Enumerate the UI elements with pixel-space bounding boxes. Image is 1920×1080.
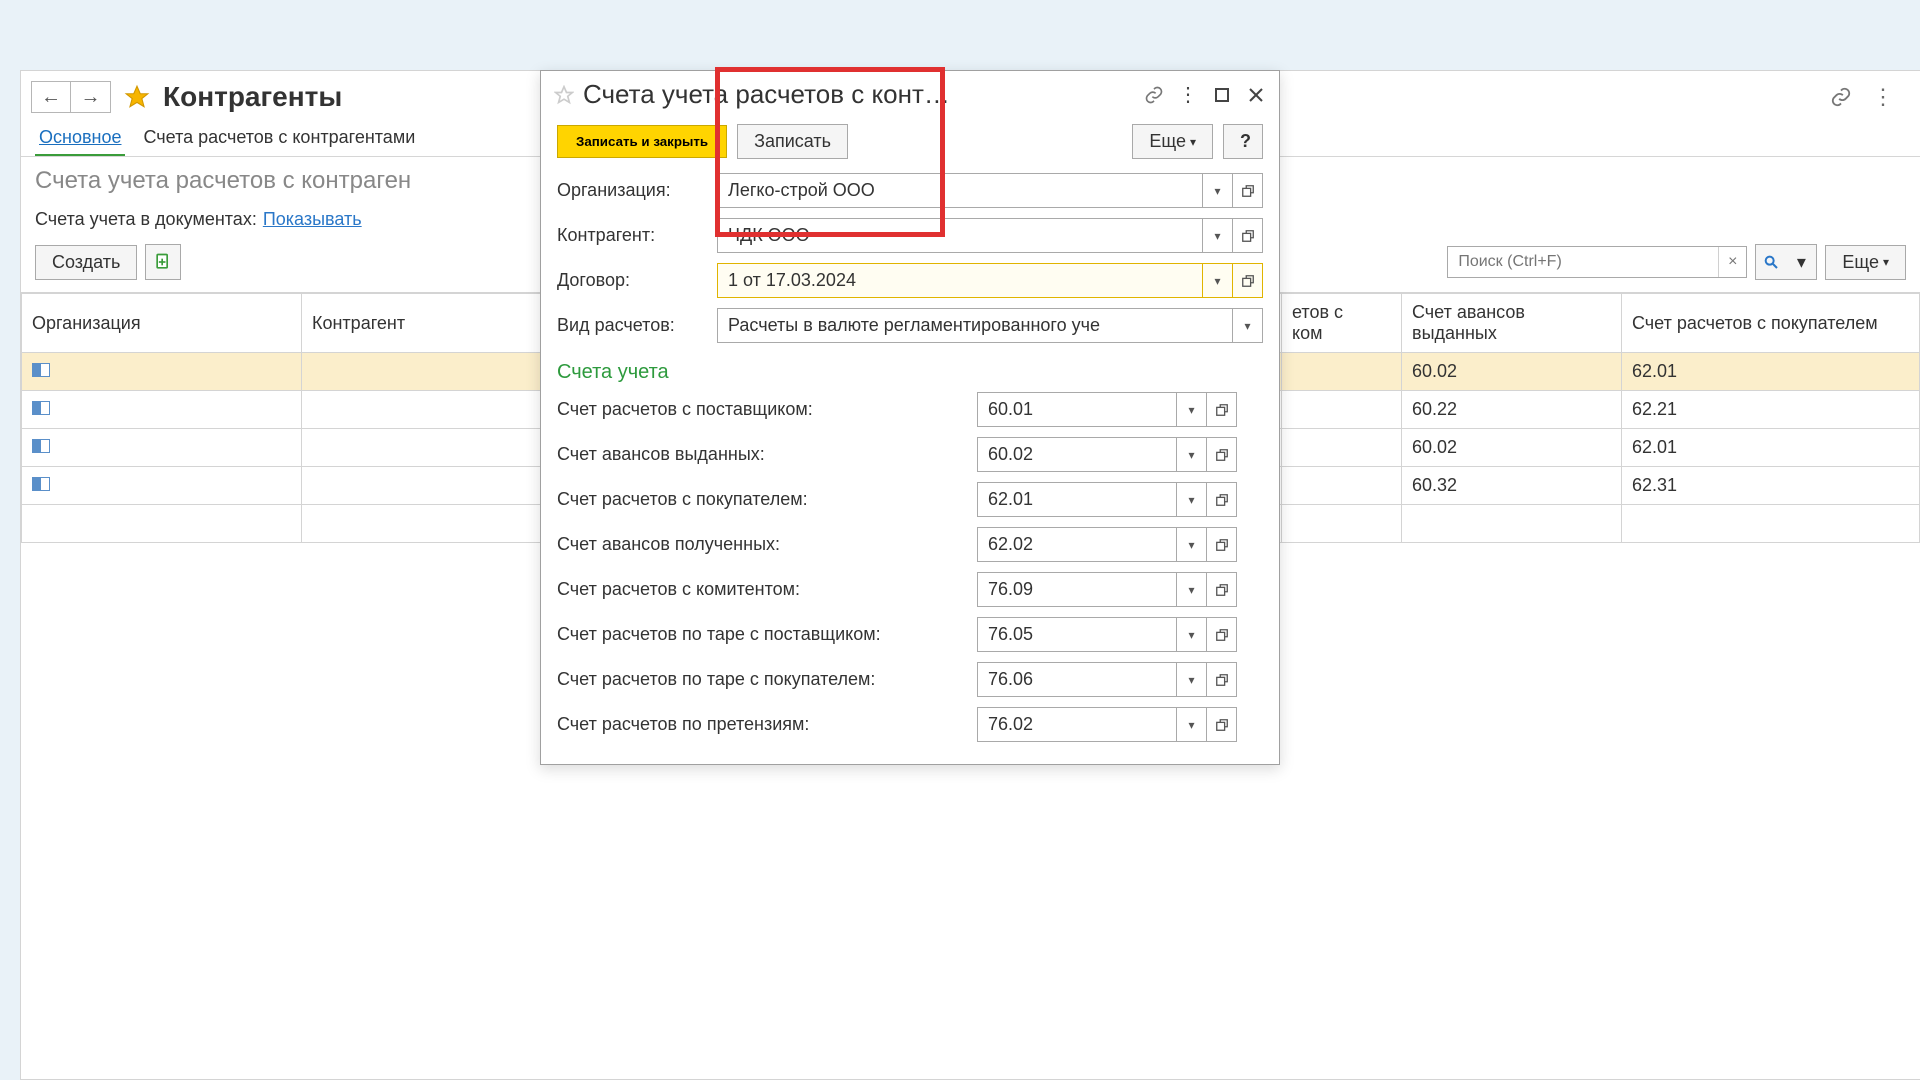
- chevron-down-icon[interactable]: ▾: [1203, 173, 1233, 208]
- kebab-icon[interactable]: ⋮: [1870, 84, 1896, 110]
- col-advances[interactable]: Счет авансов выданных: [1402, 294, 1622, 353]
- dialog-window: Счета учета расчетов с конт… ⋮ Записать …: [540, 70, 1280, 765]
- copy-button[interactable]: [145, 244, 181, 280]
- col-buyer[interactable]: Счет расчетов с покупателем: [1622, 294, 1920, 353]
- open-icon[interactable]: [1233, 263, 1263, 298]
- dialog-toolbar: Записать и закрыть Записать Еще▾ ?: [541, 118, 1279, 173]
- row-flag-icon: [32, 401, 50, 415]
- chevron-down-icon: ▾: [1786, 245, 1816, 279]
- chevron-down-icon[interactable]: ▾: [1177, 437, 1207, 472]
- kebab-icon[interactable]: ⋮: [1177, 84, 1199, 106]
- chevron-down-icon[interactable]: ▾: [1177, 617, 1207, 652]
- page-title: Контрагенты: [163, 81, 342, 113]
- chevron-down-icon[interactable]: ▾: [1177, 482, 1207, 517]
- save-and-close-button[interactable]: Записать и закрыть: [557, 125, 727, 158]
- chevron-down-icon[interactable]: ▾: [1233, 308, 1263, 343]
- dog-label: Договор:: [557, 270, 717, 291]
- acc-input[interactable]: 62.02: [977, 527, 1177, 562]
- kontr-input[interactable]: ЧДК ООО: [717, 218, 1203, 253]
- row-acc-2: Счет расчетов с покупателем: 62.01 ▾: [557, 482, 1263, 517]
- dialog-more-button[interactable]: Еще▾: [1132, 124, 1213, 159]
- dialog-titlebar: Счета учета расчетов с конт… ⋮: [541, 71, 1279, 118]
- org-label: Организация:: [557, 180, 717, 201]
- open-icon[interactable]: [1207, 707, 1237, 742]
- search-input[interactable]: [1448, 247, 1718, 277]
- row-flag-icon: [32, 363, 50, 377]
- acc-input[interactable]: 76.09: [977, 572, 1177, 607]
- vid-input[interactable]: Расчеты в валюте регламентированного уче: [717, 308, 1233, 343]
- row-vid: Вид расчетов: Расчеты в валюте регламент…: [557, 308, 1263, 343]
- row-acc-4: Счет расчетов с комитентом: 76.09 ▾: [557, 572, 1263, 607]
- chevron-down-icon[interactable]: ▾: [1177, 662, 1207, 697]
- col-partial1[interactable]: етов с ком: [1282, 294, 1402, 353]
- back-button[interactable]: ←: [31, 81, 71, 113]
- row-acc-7: Счет расчетов по претензиям: 76.02 ▾: [557, 707, 1263, 742]
- link-icon[interactable]: [1143, 84, 1165, 106]
- open-icon[interactable]: [1207, 617, 1237, 652]
- row-org: Организация: Легко-строй ООО ▾: [557, 173, 1263, 208]
- open-icon[interactable]: [1207, 527, 1237, 562]
- col-kontragent[interactable]: Контрагент: [302, 294, 542, 353]
- form-area: Организация: Легко-строй ООО ▾ Контраген…: [541, 173, 1279, 742]
- search-clear-button[interactable]: ×: [1718, 247, 1746, 277]
- documents-link[interactable]: Показывать: [263, 209, 362, 230]
- help-button[interactable]: ?: [1223, 124, 1263, 159]
- search-box[interactable]: ×: [1447, 246, 1747, 278]
- search-menu-button[interactable]: ▾: [1755, 244, 1817, 280]
- chevron-down-icon[interactable]: ▾: [1177, 392, 1207, 427]
- documents-label: Счета учета в документах:: [35, 209, 257, 230]
- favorite-star-icon[interactable]: [123, 83, 151, 111]
- acc-input[interactable]: 60.02: [977, 437, 1177, 472]
- org-input[interactable]: Легко-строй ООО: [717, 173, 1203, 208]
- magnifier-icon: [1756, 245, 1786, 279]
- favorite-outline-icon[interactable]: [553, 84, 575, 106]
- acc-input[interactable]: 62.01: [977, 482, 1177, 517]
- row-acc-1: Счет авансов выданных: 60.02 ▾: [557, 437, 1263, 472]
- row-acc-0: Счет расчетов с поставщиком: 60.01 ▾: [557, 392, 1263, 427]
- chevron-down-icon[interactable]: ▾: [1177, 527, 1207, 562]
- chevron-down-icon[interactable]: ▾: [1203, 218, 1233, 253]
- save-button[interactable]: Записать: [737, 124, 848, 159]
- tab-accounts[interactable]: Счета расчетов с контрагентами: [139, 121, 419, 156]
- create-button[interactable]: Создать: [35, 245, 137, 280]
- kontr-label: Контрагент:: [557, 225, 717, 246]
- row-kontragent: Контрагент: ЧДК ООО ▾: [557, 218, 1263, 253]
- row-acc-6: Счет расчетов по таре с покупателем: 76.…: [557, 662, 1263, 697]
- row-dogovor: Договор: 1 от 17.03.2024 ▾: [557, 263, 1263, 298]
- vid-label: Вид расчетов:: [557, 315, 717, 336]
- open-icon[interactable]: [1207, 572, 1237, 607]
- open-icon[interactable]: [1233, 218, 1263, 253]
- row-flag-icon: [32, 439, 50, 453]
- col-org[interactable]: Организация: [22, 294, 302, 353]
- link-icon[interactable]: [1828, 84, 1854, 110]
- open-icon[interactable]: [1233, 173, 1263, 208]
- acc-input[interactable]: 76.06: [977, 662, 1177, 697]
- acc-input[interactable]: 76.02: [977, 707, 1177, 742]
- row-acc-5: Счет расчетов по таре с поставщиком: 76.…: [557, 617, 1263, 652]
- tab-main[interactable]: Основное: [35, 121, 125, 156]
- section-title: Счета учета: [557, 353, 1263, 392]
- open-icon[interactable]: [1207, 662, 1237, 697]
- dog-input[interactable]: 1 от 17.03.2024: [717, 263, 1203, 298]
- acc-input[interactable]: 60.01: [977, 392, 1177, 427]
- dialog-title: Счета учета расчетов с конт…: [583, 79, 1135, 110]
- row-acc-3: Счет авансов полученных: 62.02 ▾: [557, 527, 1263, 562]
- acc-input[interactable]: 76.05: [977, 617, 1177, 652]
- open-icon[interactable]: [1207, 437, 1237, 472]
- close-icon[interactable]: [1245, 84, 1267, 106]
- more-button[interactable]: Еще▾: [1825, 245, 1906, 280]
- maximize-icon[interactable]: [1211, 84, 1233, 106]
- open-icon[interactable]: [1207, 392, 1237, 427]
- chevron-down-icon[interactable]: ▾: [1177, 707, 1207, 742]
- forward-button[interactable]: →: [71, 81, 111, 113]
- row-flag-icon: [32, 477, 50, 491]
- open-icon[interactable]: [1207, 482, 1237, 517]
- chevron-down-icon[interactable]: ▾: [1203, 263, 1233, 298]
- chevron-down-icon[interactable]: ▾: [1177, 572, 1207, 607]
